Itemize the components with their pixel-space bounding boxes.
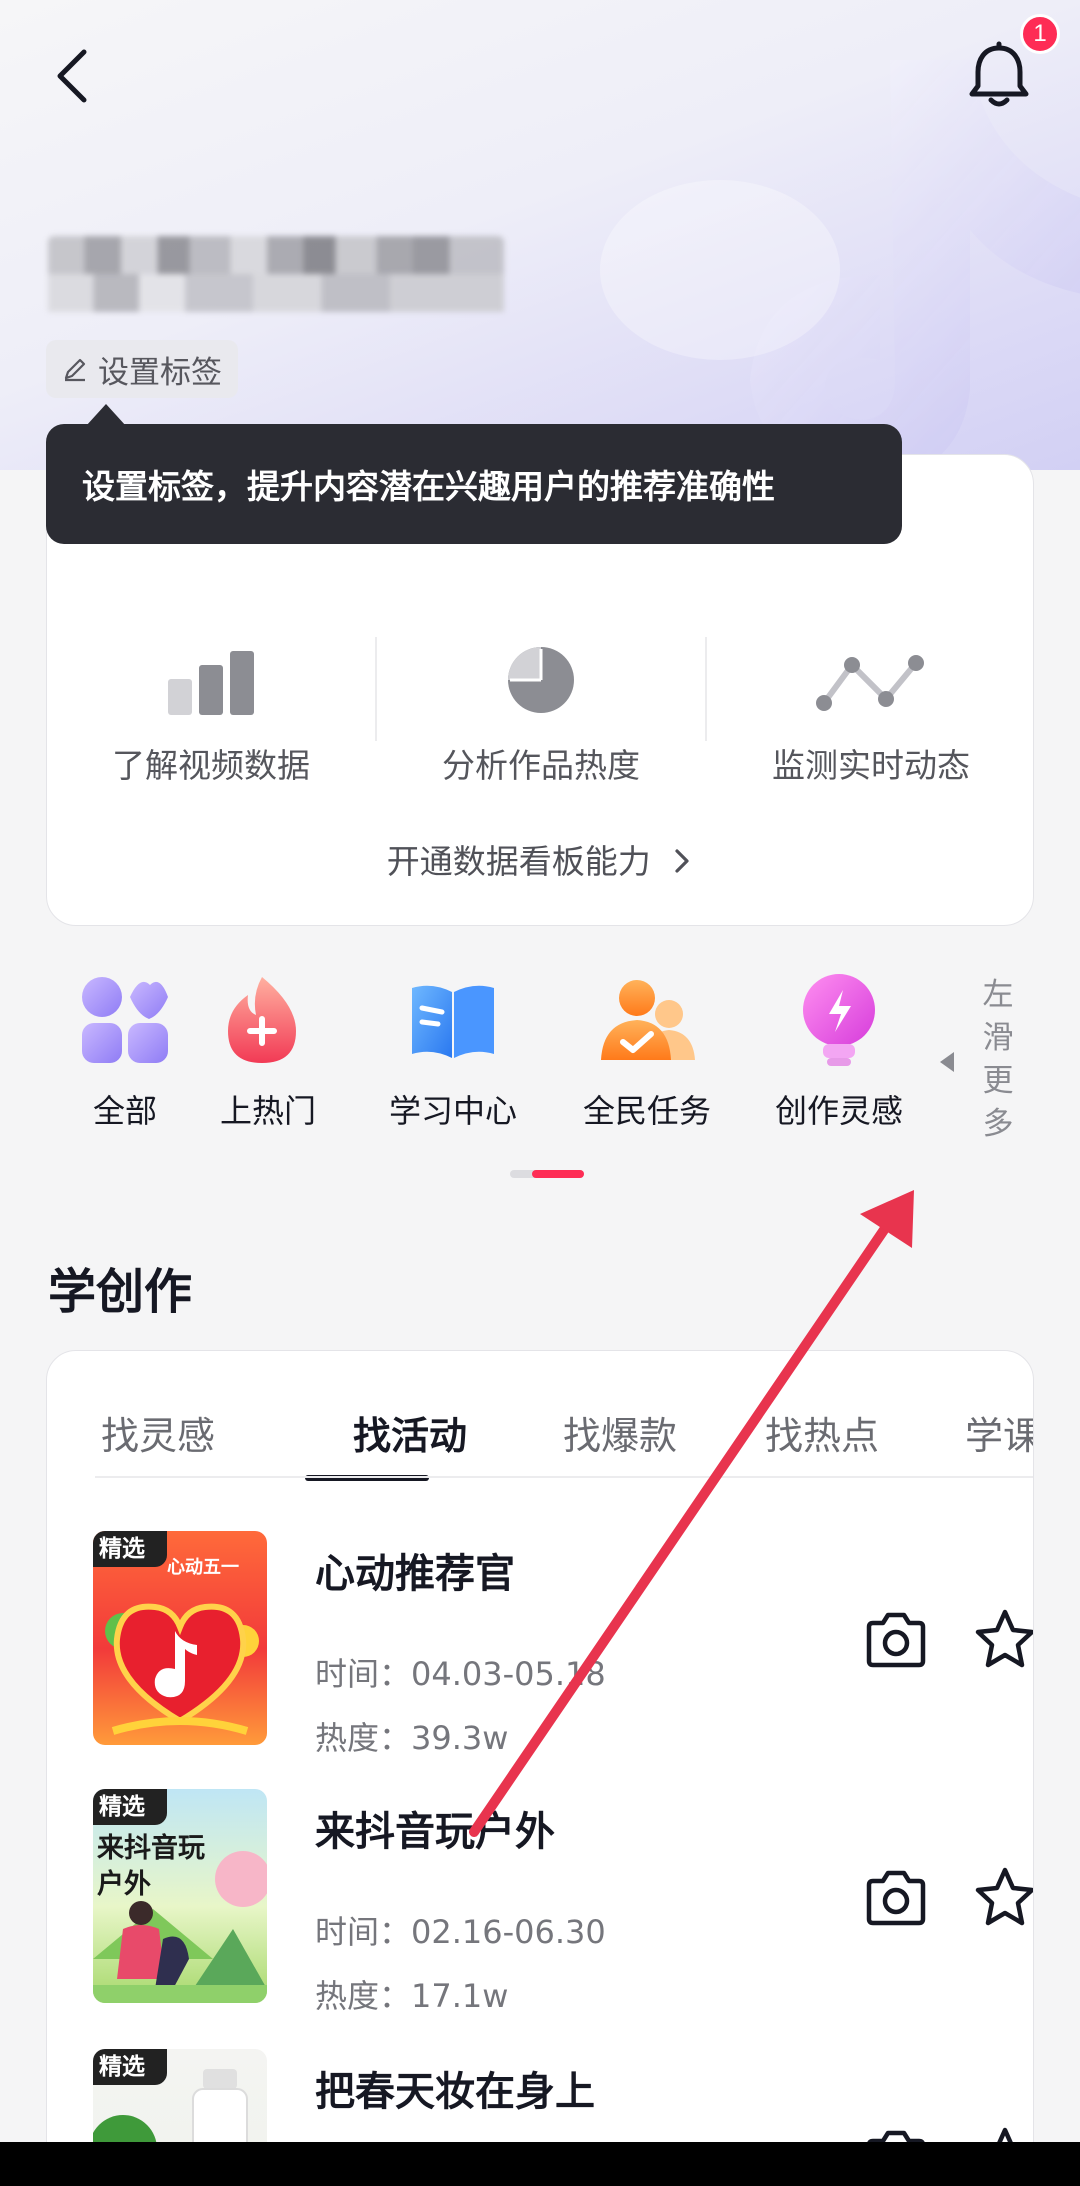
tabs-divider bbox=[95, 1476, 1033, 1478]
shortcut-learning-center[interactable]: 学习中心 bbox=[358, 970, 548, 1132]
username-blurred bbox=[48, 236, 504, 312]
activity-thumbnail: 精选 来抖音玩户外 bbox=[93, 1789, 267, 2003]
tab-courses[interactable]: 学课程 bbox=[965, 1405, 1033, 1460]
featured-badge: 精选 bbox=[93, 1789, 167, 1825]
activity-heat: 热度：39.3w bbox=[315, 1719, 509, 1757]
pie-chart-icon bbox=[508, 647, 574, 713]
swipe-more-hint: 左滑更多 bbox=[982, 977, 1014, 1142]
activity-title: 来抖音玩户外 bbox=[315, 1809, 555, 1855]
lightbulb-icon bbox=[803, 974, 875, 1066]
tooltip-arrow bbox=[86, 404, 126, 426]
set-tag-label: 设置标签 bbox=[98, 354, 222, 391]
tab-hits[interactable]: 找爆款 bbox=[563, 1405, 677, 1460]
feature-label: 了解视频数据 bbox=[112, 746, 310, 785]
chevron-right-icon bbox=[675, 849, 689, 873]
people-check-icon bbox=[601, 980, 695, 1060]
shortcut-inspiration[interactable]: 创作灵感 bbox=[744, 970, 934, 1132]
hero-background bbox=[0, 0, 1080, 470]
activity-item[interactable]: 精选 来抖音玩户外 来抖音玩户外 时间：02.16-06.30 热度：17.1w bbox=[93, 1789, 1033, 2015]
tab-hotspots[interactable]: 找热点 bbox=[765, 1405, 879, 1460]
learn-tabs: 找灵感 找活动 找爆款 找热点 学课程 bbox=[95, 1351, 1033, 1477]
set-tag-button[interactable]: 设置标签 bbox=[46, 340, 238, 398]
douyin-logo-watermark-icon bbox=[600, 60, 1080, 470]
line-chart-icon bbox=[816, 655, 924, 711]
shortcut-tasks[interactable]: 全民任务 bbox=[552, 970, 742, 1132]
notification-bell-icon[interactable] bbox=[962, 38, 1036, 112]
notification-count-badge: 1 bbox=[1020, 14, 1060, 54]
camera-icon[interactable] bbox=[863, 1607, 929, 1673]
activity-time: 时间：04.03-05.18 bbox=[315, 1655, 606, 1693]
indicator-thumb bbox=[532, 1170, 584, 1178]
shortcut-label: 学习中心 bbox=[388, 1092, 517, 1130]
open-dashboard-label: 开通数据看板能力 bbox=[386, 842, 651, 881]
system-navigation-bar bbox=[0, 2142, 1080, 2186]
bar-chart-icon bbox=[168, 651, 254, 715]
learn-section-title: 学创作 bbox=[48, 1264, 193, 1320]
activity-title: 把春天妆在身上 bbox=[315, 2069, 595, 2115]
activity-time: 时间：02.16-06.30 bbox=[315, 1913, 606, 1951]
star-favorite-icon[interactable] bbox=[973, 1607, 1034, 1671]
shortcut-label: 全民任务 bbox=[582, 1092, 711, 1130]
camera-icon[interactable] bbox=[863, 1865, 929, 1931]
learn-creation-card: 找灵感 找活动 找爆款 找热点 学课程 精选 心动五一 心动推荐官 时间：04.… bbox=[46, 1350, 1034, 2186]
shortcut-row: 全部 上热门 学习中心 全民任务 创作灵感 左滑更多 bbox=[0, 970, 1080, 1160]
feature-video-data: 了解视频数据 bbox=[47, 625, 375, 787]
open-dashboard-link[interactable]: 开通数据看板能力 bbox=[47, 835, 1033, 883]
set-tag-tooltip: 设置标签，提升内容潜在兴趣用户的推荐准确性 bbox=[46, 424, 902, 544]
shortcut-scroll-indicator bbox=[510, 1170, 584, 1178]
book-icon bbox=[412, 985, 494, 1058]
activity-item[interactable]: 精选 心动五一 心动推荐官 时间：04.03-05.18 热度：39.3w bbox=[93, 1531, 1033, 1757]
shortcut-label: 创作灵感 bbox=[774, 1092, 903, 1130]
flame-icon bbox=[228, 977, 296, 1063]
tooltip-text: 设置标签，提升内容潜在兴趣用户的推荐准确性 bbox=[82, 467, 775, 506]
tab-inspiration[interactable]: 找灵感 bbox=[101, 1405, 215, 1460]
star-favorite-icon[interactable] bbox=[973, 1865, 1034, 1929]
feature-label: 监测实时动态 bbox=[772, 746, 970, 785]
activity-heat: 热度：17.1w bbox=[315, 1977, 509, 2015]
featured-badge: 精选 bbox=[93, 2049, 167, 2085]
activity-thumbnail: 精选 心动五一 bbox=[93, 1531, 267, 1745]
activity-title: 心动推荐官 bbox=[315, 1551, 515, 1597]
back-chevron-icon[interactable] bbox=[44, 44, 108, 108]
pencil-icon bbox=[64, 358, 86, 382]
feature-label: 分析作品热度 bbox=[442, 746, 640, 785]
featured-badge: 精选 bbox=[93, 1531, 167, 1567]
swipe-left-arrow-icon bbox=[940, 1052, 954, 1072]
shortcut-hot[interactable]: 上热门 bbox=[170, 970, 320, 1132]
feature-realtime: 监测实时动态 bbox=[707, 625, 1035, 787]
tab-activities[interactable]: 找活动 bbox=[353, 1405, 467, 1460]
grid-icon bbox=[82, 977, 168, 1063]
shortcut-label: 上热门 bbox=[220, 1092, 317, 1130]
feature-work-heat: 分析作品热度 bbox=[377, 625, 705, 787]
